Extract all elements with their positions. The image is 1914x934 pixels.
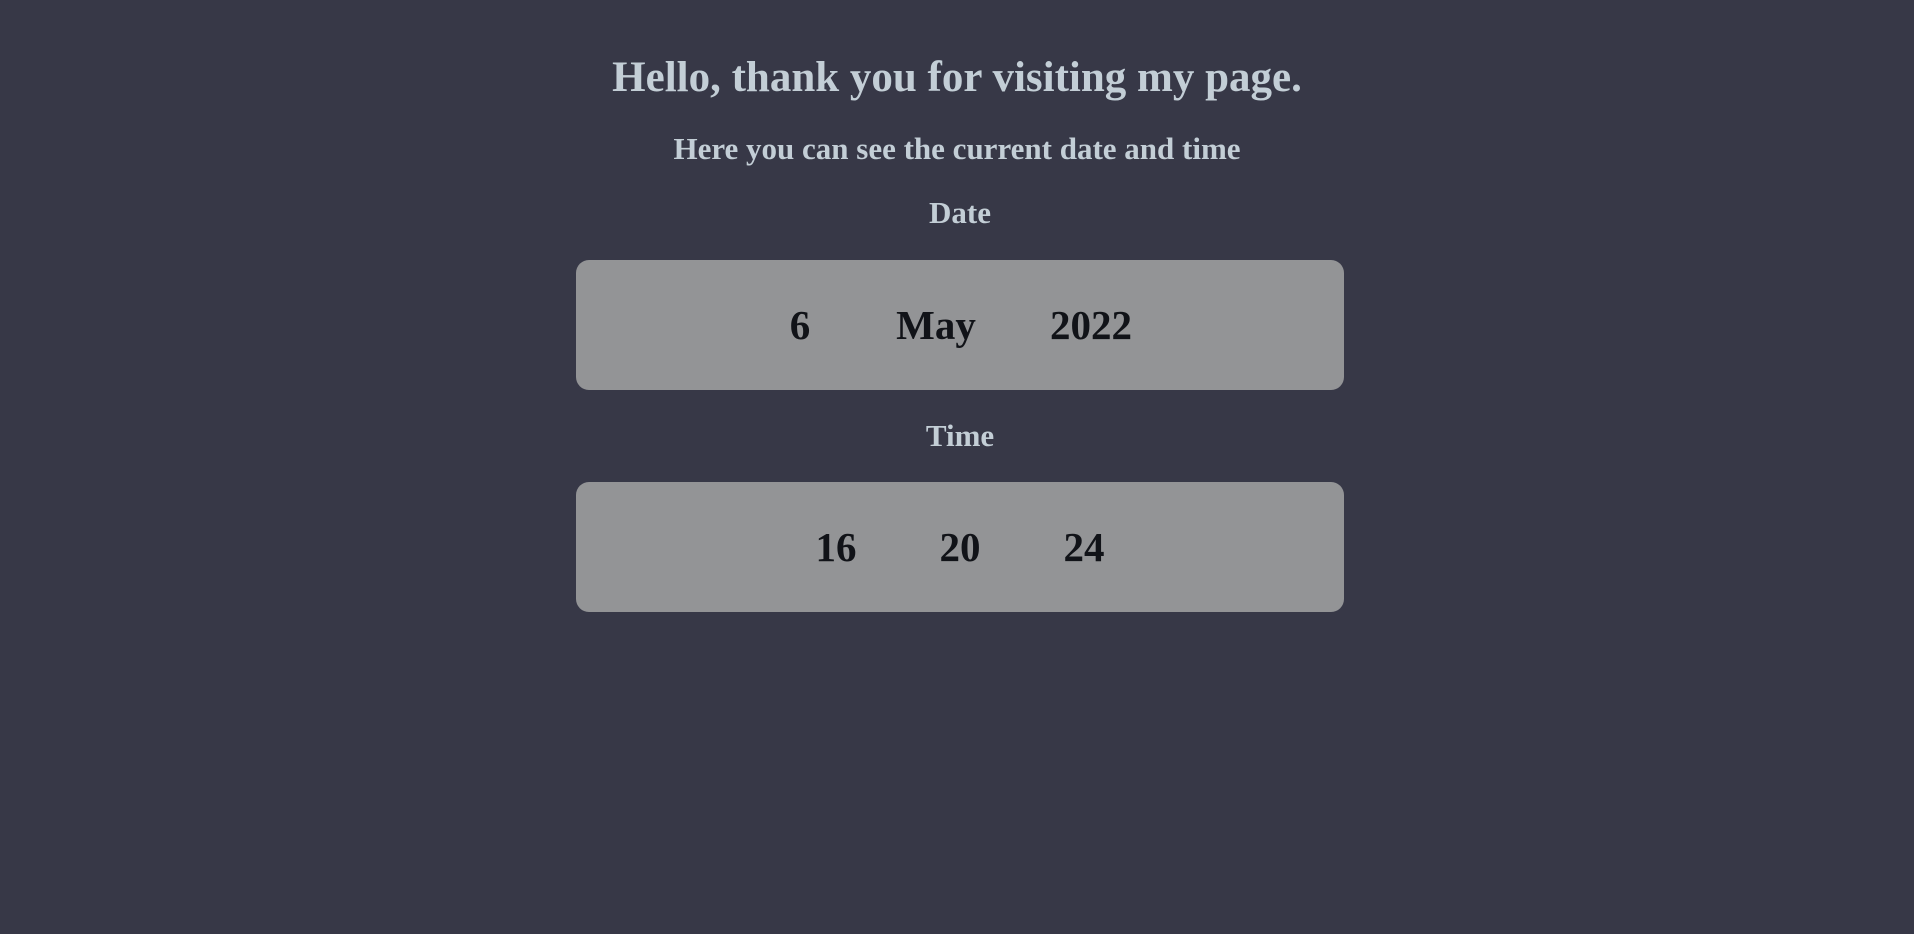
date-heading: Date bbox=[929, 195, 991, 230]
time-seconds: 24 bbox=[1063, 524, 1105, 570]
page-title: Hello, thank you for visiting my page. bbox=[612, 54, 1302, 101]
time-minutes: 20 bbox=[939, 524, 981, 570]
date-display: 6 May 2022 bbox=[576, 260, 1344, 390]
date-year: 2022 bbox=[1050, 302, 1132, 348]
date-month: May bbox=[896, 302, 976, 348]
time-display: 16 20 24 bbox=[576, 482, 1344, 612]
page-subtitle: Here you can see the current date and ti… bbox=[673, 131, 1241, 166]
time-hours: 16 bbox=[815, 524, 857, 570]
time-heading: Time bbox=[925, 418, 995, 453]
date-day: 6 bbox=[789, 302, 811, 348]
